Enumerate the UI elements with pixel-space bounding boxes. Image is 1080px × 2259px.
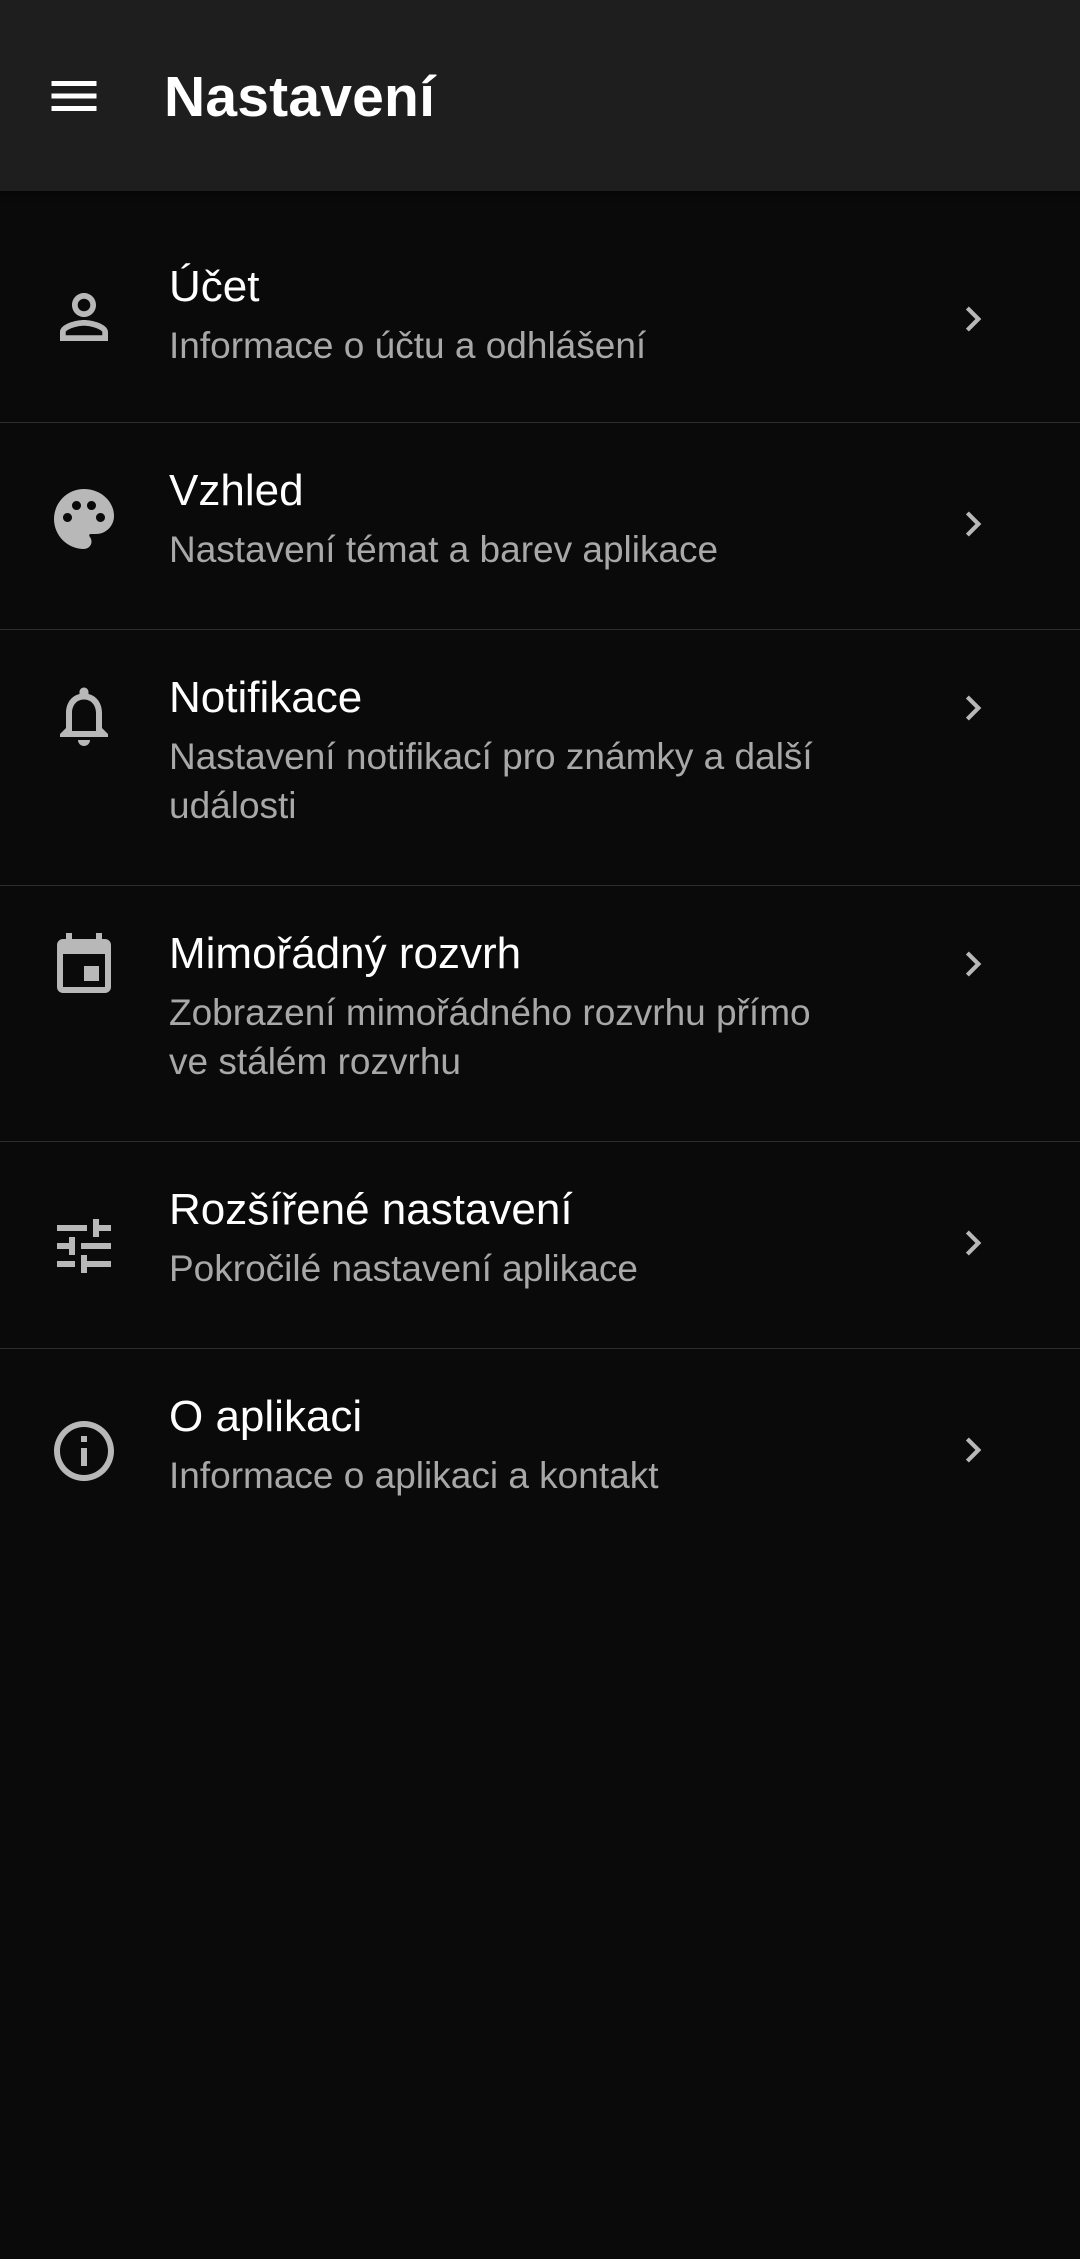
settings-item-subtitle: Nastavení témat a barev aplikace (169, 529, 719, 570)
menu-icon (44, 66, 104, 126)
settings-item-appearance[interactable]: Vzhled Nastavení témat a barev aplikace (0, 423, 1080, 630)
chevron-right-icon (948, 499, 998, 549)
settings-item-advanced[interactable]: Rozšířené nastavení Pokročilé nastavení … (0, 1142, 1080, 1349)
tune-icon (48, 1210, 120, 1282)
calendar-icon (48, 930, 120, 1002)
settings-item-account[interactable]: Účet Informace o účtu a odhlášení (0, 191, 1080, 423)
settings-item-subtitle: Informace o aplikaci a kontakt (169, 1455, 659, 1496)
bell-icon (48, 680, 120, 752)
chevron-right-icon (948, 939, 998, 989)
page-title: Nastavení (164, 65, 436, 129)
settings-item-title: O aplikaci (169, 1392, 363, 1441)
settings-item-title: Notifikace (169, 673, 363, 722)
chevron-right-icon (948, 294, 998, 344)
settings-item-title: Mimořádný rozvrh (169, 929, 522, 978)
app-bar: Nastavení (0, 0, 1080, 191)
settings-item-about[interactable]: O aplikaci Informace o aplikaci a kontak… (0, 1349, 1080, 1556)
chevron-right-icon (948, 1425, 998, 1475)
settings-item-subtitle: Nastavení notifikací pro známky a další … (169, 736, 813, 826)
menu-button[interactable] (24, 46, 124, 146)
settings-item-extra-schedule[interactable]: Mimořádný rozvrh Zobrazení mimořádného r… (0, 886, 1080, 1142)
settings-item-subtitle: Zobrazení mimořádného rozvrhu přímo ve s… (169, 992, 811, 1082)
settings-item-title: Vzhled (169, 466, 304, 515)
settings-item-title: Účet (169, 262, 260, 311)
settings-item-title: Rozšířené nastavení (169, 1185, 573, 1234)
settings-list: Účet Informace o účtu a odhlášení Vzhled… (0, 191, 1080, 1556)
chevron-right-icon (948, 1218, 998, 1268)
person-icon (48, 281, 120, 353)
settings-item-subtitle: Pokročilé nastavení aplikace (169, 1248, 638, 1289)
palette-icon (48, 483, 120, 555)
chevron-right-icon (948, 683, 998, 733)
info-icon (48, 1415, 120, 1487)
settings-item-notifications[interactable]: Notifikace Nastavení notifikací pro znám… (0, 630, 1080, 886)
settings-item-subtitle: Informace o účtu a odhlášení (169, 325, 647, 366)
